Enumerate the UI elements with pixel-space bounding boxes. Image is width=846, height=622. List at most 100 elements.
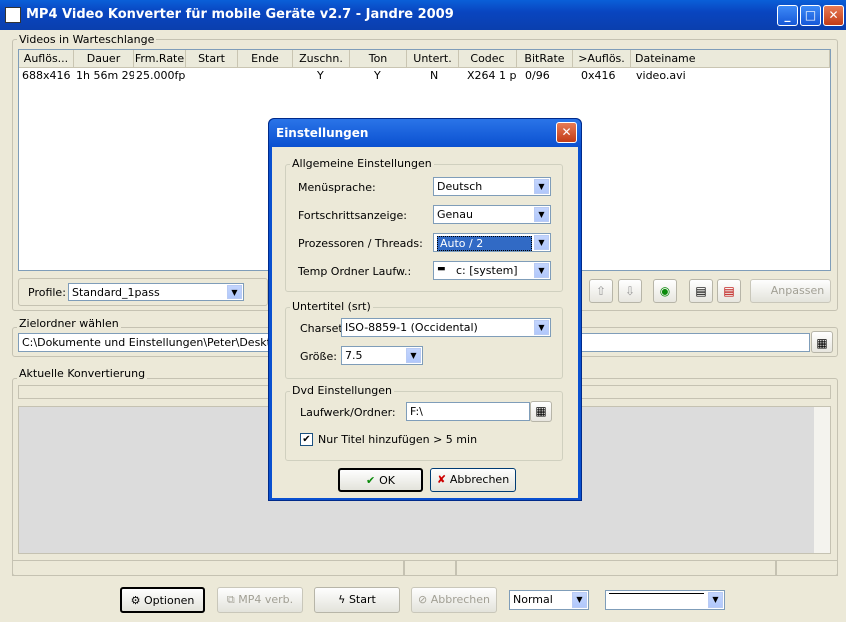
chevron-down-icon[interactable]: ▼ xyxy=(406,348,421,363)
options-label: Optionen xyxy=(143,594,195,607)
chevron-down-icon[interactable]: ▼ xyxy=(572,592,587,608)
charset-select[interactable]: ISO-8859-1 (Occidental) ▼ xyxy=(341,318,551,337)
anpassen-label: Anpassen xyxy=(770,284,825,297)
queue-cell[interactable]: 1h 56m 29s xyxy=(76,69,134,83)
check-icon: ✔ xyxy=(366,474,380,487)
col-header[interactable]: Zuschn. xyxy=(293,50,350,68)
document-icon: ▤ xyxy=(695,284,707,298)
target-icon: ◉ xyxy=(659,284,671,298)
info-button[interactable]: ▤ xyxy=(689,279,713,303)
col-header[interactable]: Dauer xyxy=(74,50,134,68)
queue-cell[interactable]: N xyxy=(430,69,450,83)
cpu-select[interactable]: Auto / 2 ▼ xyxy=(433,233,551,252)
chevron-down-icon[interactable]: ▼ xyxy=(534,320,549,335)
window-title: MP4 Video Konverter für mobile Geräte v2… xyxy=(26,7,454,22)
cancel-conversion-button[interactable]: ⊘ Abbrechen xyxy=(411,587,497,613)
chevron-down-icon[interactable]: ▼ xyxy=(534,207,549,222)
start-label: Start xyxy=(348,593,376,606)
settings-dialog: Einstellungen ✕ Allgemeine Einstellungen… xyxy=(268,118,582,501)
only-title-checkbox[interactable]: ✔ xyxy=(300,433,313,446)
ok-button[interactable]: ✔ OK xyxy=(338,468,423,492)
drive-browse-button[interactable]: ▦ xyxy=(530,401,552,422)
maximize-button[interactable]: □ xyxy=(800,5,821,26)
size-label: Größe: xyxy=(300,350,337,363)
browse-folder-button[interactable]: ▦ xyxy=(811,331,833,353)
document-remove-icon: ▤ xyxy=(723,284,735,298)
cancel-conversion-label: Abbrechen xyxy=(430,593,490,606)
options-button[interactable]: ⚙ Optionen xyxy=(120,587,205,613)
drive-field[interactable]: F:\ xyxy=(406,402,530,421)
queue-cell[interactable]: video.avi xyxy=(636,69,736,83)
mp4-join-button[interactable]: ⧉ MP4 verb. xyxy=(217,587,303,613)
col-header[interactable]: >Auflös. xyxy=(573,50,631,68)
size-value: 7.5 xyxy=(345,349,363,362)
progress-value: Genau xyxy=(437,208,473,221)
mp4-join-label: MP4 verb. xyxy=(238,593,294,606)
col-header[interactable]: Auflös... xyxy=(19,50,74,68)
dvd-label: Dvd Einstellungen xyxy=(290,384,395,397)
profile-select[interactable]: Standard_1pass ▼ xyxy=(68,283,244,301)
charset-label: Charset: xyxy=(300,322,347,335)
col-header[interactable]: Ende xyxy=(238,50,293,68)
cpu-value: Auto / 2 xyxy=(437,236,532,251)
menu-lang-value: Deutsch xyxy=(437,180,483,193)
col-header[interactable]: Codec xyxy=(459,50,517,68)
chevron-down-icon[interactable]: ▼ xyxy=(534,235,549,250)
progress-select[interactable]: Genau ▼ xyxy=(433,205,551,224)
progress-label: Fortschrittsanzeige: xyxy=(298,209,407,222)
col-header[interactable]: Start xyxy=(186,50,238,68)
menu-lang-select[interactable]: Deutsch ▼ xyxy=(433,177,551,196)
temp-label: Temp Ordner Laufw.: xyxy=(298,265,412,278)
move-down-button[interactable]: ⇩ xyxy=(618,279,642,303)
dialog-body: Allgemeine Einstellungen Menüsprache: De… xyxy=(272,147,578,498)
col-header[interactable]: Ton xyxy=(350,50,407,68)
close-button[interactable]: ✕ xyxy=(823,5,844,26)
minimize-button[interactable]: _ xyxy=(777,5,798,26)
dialog-cancel-button[interactable]: ✘ Abbrechen xyxy=(430,468,516,492)
chevron-down-icon[interactable]: ▼ xyxy=(708,592,723,608)
folder-browse-icon: ▦ xyxy=(816,336,828,350)
join-icon: ⧉ xyxy=(226,593,239,606)
move-up-button[interactable]: ⇧ xyxy=(589,279,613,303)
col-header[interactable]: Untert. xyxy=(407,50,459,68)
col-header[interactable]: BitRate xyxy=(517,50,573,68)
chevron-down-icon[interactable]: ▼ xyxy=(227,285,242,299)
col-header[interactable]: Frm.Rate xyxy=(134,50,186,68)
lightning-icon: ϟ xyxy=(338,593,349,606)
status-cell xyxy=(404,560,456,576)
app-icon xyxy=(5,7,21,23)
current-label: Aktuelle Konvertierung xyxy=(17,367,148,380)
queue-cell[interactable]: 25.000fps xyxy=(136,69,186,83)
status-cell xyxy=(776,560,838,576)
size-select[interactable]: 7.5 ▼ xyxy=(341,346,423,365)
charset-value: ISO-8859-1 (Occidental) xyxy=(345,321,478,334)
stop-icon: ⊘ xyxy=(417,593,431,606)
chevron-down-icon[interactable]: ▼ xyxy=(534,263,549,278)
queue-cell[interactable]: 0/96 xyxy=(525,69,571,83)
log-scrollbar[interactable] xyxy=(814,407,830,553)
queue-cell[interactable]: X264 1 p xyxy=(467,69,517,83)
dialog-cancel-label: Abbrechen xyxy=(449,473,510,486)
cpu-label: Prozessoren / Threads: xyxy=(298,237,423,250)
temp-select[interactable]: ▬ c: [system] ▼ xyxy=(433,261,551,280)
dialog-close-button[interactable]: ✕ xyxy=(556,122,577,143)
anpassen-button[interactable]: Anpassen xyxy=(750,279,831,303)
queue-cell[interactable]: 0x416 xyxy=(581,69,629,83)
arrow-down-icon: ⇩ xyxy=(624,284,636,298)
queue-cell[interactable]: 688x416 xyxy=(22,69,74,83)
start-button[interactable]: ϟ Start xyxy=(314,587,400,613)
drive-icon: ▬ xyxy=(437,264,446,274)
chevron-down-icon[interactable]: ▼ xyxy=(534,179,549,194)
col-header[interactable]: Dateiname xyxy=(631,50,830,68)
x-icon: ✘ xyxy=(436,473,450,486)
priority-select[interactable]: Normal ▼ xyxy=(509,590,589,610)
extra-select[interactable]: ▼ xyxy=(605,590,725,610)
preview-button[interactable]: ◉ xyxy=(653,279,677,303)
queue-cell[interactable]: Y xyxy=(374,69,394,83)
wrench-icon: ⚙ xyxy=(130,594,144,607)
main-window: MP4 Video Konverter für mobile Geräte v2… xyxy=(0,0,846,622)
queue-cell[interactable]: Y xyxy=(317,69,337,83)
profile-label: Profile: xyxy=(28,286,66,299)
remove-button[interactable]: ▤ xyxy=(717,279,741,303)
dialog-title: Einstellungen xyxy=(276,126,369,140)
